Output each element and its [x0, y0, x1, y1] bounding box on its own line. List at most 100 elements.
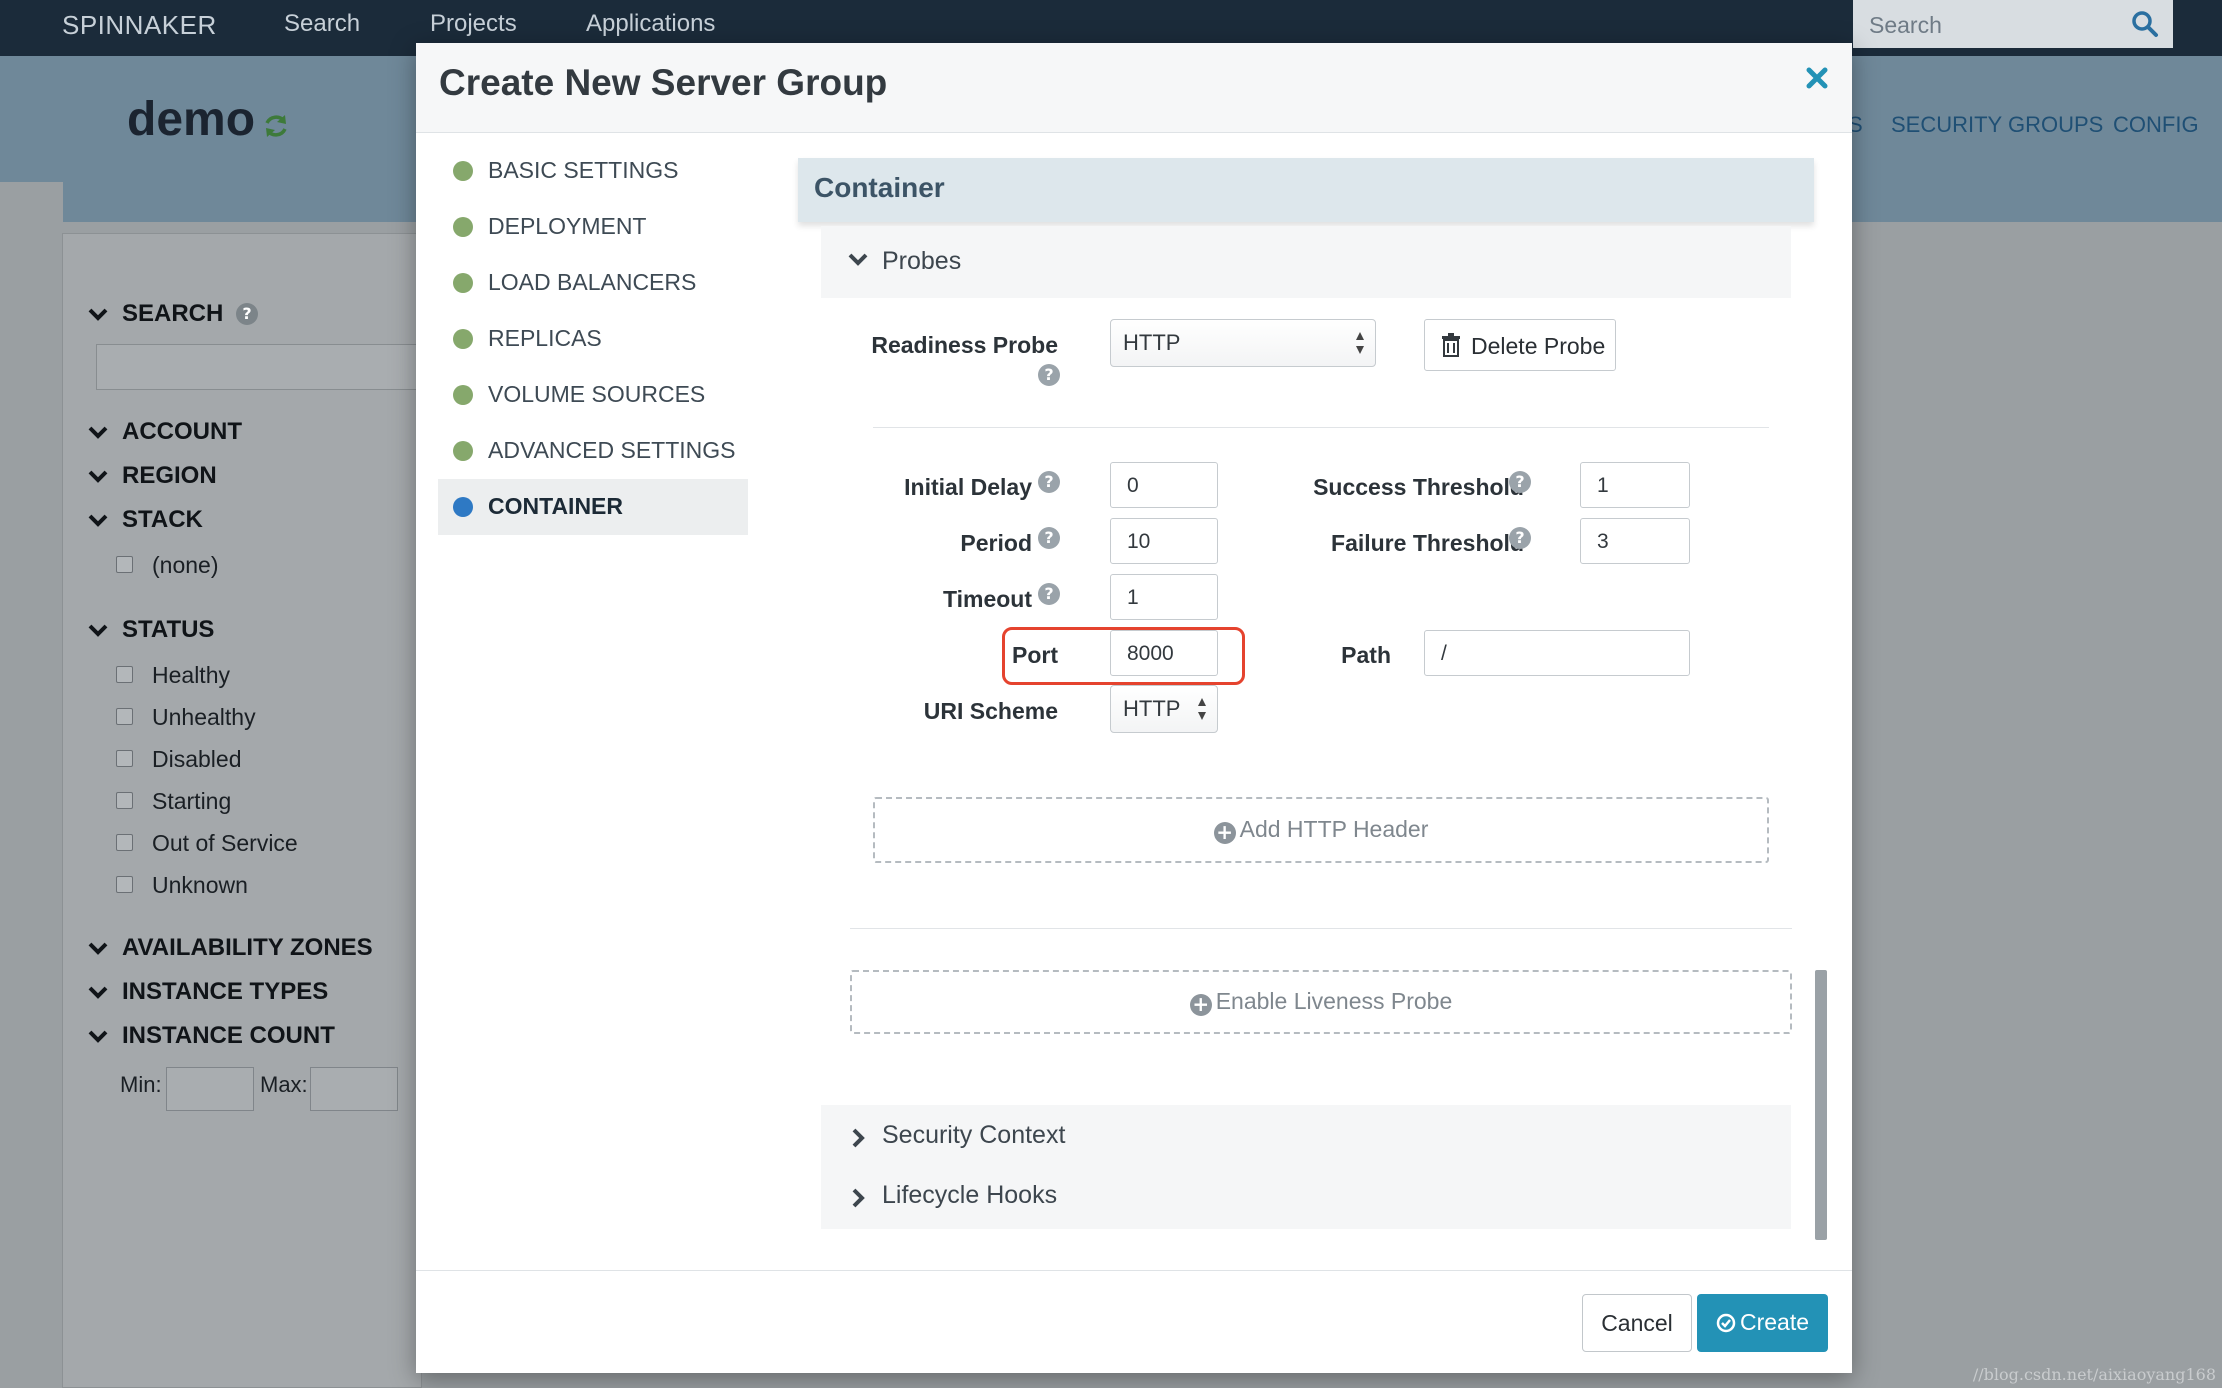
tab-config[interactable]: CONFIG	[2113, 112, 2199, 138]
search-placeholder: Search	[1869, 12, 1942, 38]
nav-deployment[interactable]: DEPLOYMENT	[438, 199, 748, 255]
search-icon[interactable]	[2131, 10, 2159, 38]
filter-stack-heading[interactable]: STACK	[88, 506, 203, 534]
divider	[850, 928, 1792, 929]
close-icon[interactable]	[1802, 63, 1832, 93]
status-option-healthy[interactable]: Healthy	[116, 662, 230, 689]
chevron-right-icon	[852, 1188, 865, 1208]
delete-probe-button[interactable]: Delete Probe	[1424, 319, 1616, 371]
filter-instance-types-heading[interactable]: INSTANCE TYPES	[88, 978, 328, 1006]
nav-basic-settings[interactable]: BASIC SETTINGS	[438, 143, 748, 199]
success-threshold-label: Success Threshold	[1313, 474, 1524, 500]
chevron-right-icon	[852, 1128, 865, 1148]
filter-search-input[interactable]	[96, 344, 436, 390]
status-option-out-of-service[interactable]: Out of Service	[116, 830, 298, 857]
help-icon[interactable]: ?	[1038, 583, 1060, 605]
timeout-input[interactable]: 1	[1110, 574, 1218, 620]
filter-region-heading[interactable]: REGION	[88, 462, 217, 490]
max-label: Max:	[260, 1072, 308, 1097]
path-input[interactable]: /	[1424, 630, 1690, 676]
probes-header[interactable]: Probes	[821, 226, 1791, 298]
readiness-probe-label: Readiness Probe	[871, 332, 1058, 358]
complete-dot-icon	[453, 385, 473, 405]
period-input[interactable]: 10	[1110, 518, 1218, 564]
enable-liveness-probe-button[interactable]: + Enable Liveness Probe	[850, 970, 1792, 1034]
divider	[873, 427, 1769, 428]
nav-projects[interactable]: Projects	[430, 10, 517, 38]
help-icon[interactable]: ?	[236, 303, 259, 325]
filter-status-heading[interactable]: STATUS	[88, 616, 214, 644]
status-option-starting[interactable]: Starting	[116, 788, 231, 815]
brand-logo[interactable]: SPINNAKER	[62, 10, 217, 41]
complete-dot-icon	[453, 441, 473, 461]
security-context-header[interactable]: Security Context	[821, 1105, 1791, 1167]
complete-dot-icon	[453, 217, 473, 237]
filter-instance-count-heading[interactable]: INSTANCE COUNT	[88, 1022, 335, 1050]
help-icon[interactable]: ?	[1038, 364, 1060, 386]
probes-title: Probes	[882, 247, 962, 275]
tab-security-groups[interactable]: SECURITY GROUPS	[1891, 112, 2103, 138]
complete-dot-icon	[453, 161, 473, 181]
cancel-button[interactable]: Cancel	[1582, 1294, 1692, 1352]
nav-applications[interactable]: Applications	[586, 10, 715, 38]
nav-replicas[interactable]: REPLICAS	[438, 311, 748, 367]
chevron-down-icon	[88, 1030, 108, 1043]
uri-scheme-label: URI Scheme	[923, 698, 1058, 724]
stack-option-none[interactable]: (none)	[116, 552, 218, 579]
filter-availability-zones-heading[interactable]: AVAILABILITY ZONES	[88, 934, 373, 962]
min-count-input[interactable]	[166, 1067, 254, 1111]
select-arrows-icon	[1198, 698, 1206, 720]
modal-footer-divider	[416, 1270, 1852, 1271]
complete-dot-icon	[453, 273, 473, 293]
filter-account-heading[interactable]: ACCOUNT	[88, 418, 242, 446]
chevron-down-icon	[88, 470, 108, 483]
nav-advanced-settings[interactable]: ADVANCED SETTINGS	[438, 423, 748, 479]
initial-delay-label: Initial Delay	[904, 474, 1032, 500]
checkbox[interactable]	[116, 792, 133, 809]
checkbox[interactable]	[116, 556, 133, 573]
modal-header: Create New Server Group	[416, 43, 1852, 133]
port-input[interactable]: 8000	[1110, 630, 1218, 676]
nav-search[interactable]: Search	[284, 10, 360, 38]
watermark: //blog.csdn.net/aixiaoyang168	[1972, 1365, 2216, 1384]
status-option-unhealthy[interactable]: Unhealthy	[116, 704, 256, 731]
nav-load-balancers[interactable]: LOAD BALANCERS	[438, 255, 748, 311]
checkbox[interactable]	[116, 834, 133, 851]
create-button[interactable]: Create	[1697, 1294, 1828, 1352]
check-circle-icon	[1716, 1313, 1736, 1333]
application-name: demo	[127, 93, 256, 146]
plus-circle-icon: +	[1189, 994, 1212, 1016]
failure-threshold-input[interactable]: 3	[1580, 518, 1690, 564]
modal-title: Create New Server Group	[439, 62, 888, 103]
filter-search-heading[interactable]: SEARCH ?	[88, 300, 259, 328]
lifecycle-hooks-header[interactable]: Lifecycle Hooks	[821, 1167, 1791, 1229]
help-icon[interactable]: ?	[1038, 471, 1060, 493]
global-search-input[interactable]: Search	[1853, 0, 2173, 48]
help-icon[interactable]: ?	[1509, 471, 1531, 493]
status-option-disabled[interactable]: Disabled	[116, 746, 242, 773]
failure-threshold-label: Failure Threshold	[1331, 530, 1524, 556]
chevron-down-icon	[88, 942, 108, 955]
status-option-unknown[interactable]: Unknown	[116, 872, 248, 899]
checkbox[interactable]	[116, 876, 133, 893]
help-icon[interactable]: ?	[1509, 527, 1531, 549]
port-label: Port	[1012, 642, 1058, 668]
uri-scheme-select[interactable]: HTTP	[1110, 685, 1218, 733]
nav-volume-sources[interactable]: VOLUME SOURCES	[438, 367, 748, 423]
refresh-icon[interactable]	[262, 112, 290, 140]
readiness-probe-select[interactable]: HTTP	[1110, 319, 1376, 367]
add-http-header-button[interactable]: + Add HTTP Header	[873, 797, 1769, 863]
checkbox[interactable]	[116, 750, 133, 767]
initial-delay-input[interactable]: 0	[1110, 462, 1218, 508]
content-scrollbar[interactable]	[1815, 970, 1827, 1240]
checkbox[interactable]	[116, 708, 133, 725]
success-threshold-input[interactable]: 1	[1580, 462, 1690, 508]
max-count-input[interactable]	[310, 1067, 398, 1111]
filter-panel	[62, 233, 422, 1388]
checkbox[interactable]	[116, 666, 133, 683]
path-label: Path	[1341, 642, 1391, 668]
nav-container[interactable]: CONTAINER	[438, 479, 748, 535]
chevron-down-icon	[88, 986, 108, 999]
select-arrows-icon	[1356, 332, 1364, 354]
help-icon[interactable]: ?	[1038, 527, 1060, 549]
